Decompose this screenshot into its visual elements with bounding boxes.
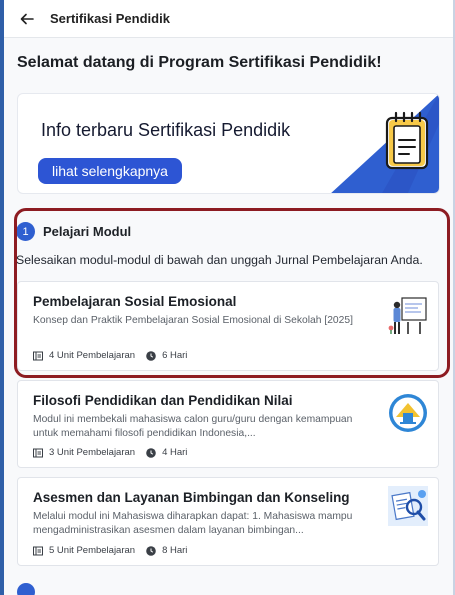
clock-icon [146,447,156,458]
clock-icon [146,545,156,556]
module-title: Filosofi Pendidikan dan Pendidikan Nilai [33,393,293,408]
module-meta: 3 Unit Pembelajaran 4 Hari [33,447,187,458]
tut-wuri-emblem-icon [389,394,427,432]
page-title: Sertifikasi Pendidik [50,11,170,26]
module-card[interactable]: Asesmen dan Layanan Bimbingan dan Konsel… [17,477,439,566]
notepad-icon [385,111,429,170]
unit-count: 5 Unit Pembelajaran [49,545,136,556]
welcome-heading: Selamat datang di Program Sertifikasi Pe… [17,54,382,71]
back-arrow-icon[interactable] [18,10,36,28]
assessment-illustration-icon [388,486,428,526]
highlighted-step-section [14,208,450,378]
banner-title: Info terbaru Sertifikasi Pendidik [41,120,291,140]
book-icon [33,448,43,457]
duration: 4 Hari [162,447,188,458]
module-title: Asesmen dan Layanan Bimbingan dan Konsel… [33,490,350,505]
module-description: Modul ini membekali mahasiswa calon guru… [33,414,353,439]
module-description: Melalui modul ini Mahasiswa diharapkan d… [33,511,353,536]
module-meta: 5 Unit Pembelajaran 8 Hari [33,545,187,556]
duration: 8 Hari [162,545,188,556]
app-window: Sertifikasi Pendidik Selamat datang di P… [4,0,453,595]
unit-count: 3 Unit Pembelajaran [49,447,136,458]
next-step-badge [17,583,35,595]
top-bar: Sertifikasi Pendidik [4,0,453,38]
see-more-button[interactable]: lihat selengkapnya [38,158,182,184]
info-banner[interactable]: Info terbaru Sertifikasi Pendidik lihat … [17,93,440,194]
module-card[interactable]: Filosofi Pendidikan dan Pendidikan Nilai… [17,380,439,468]
book-icon [33,546,43,555]
